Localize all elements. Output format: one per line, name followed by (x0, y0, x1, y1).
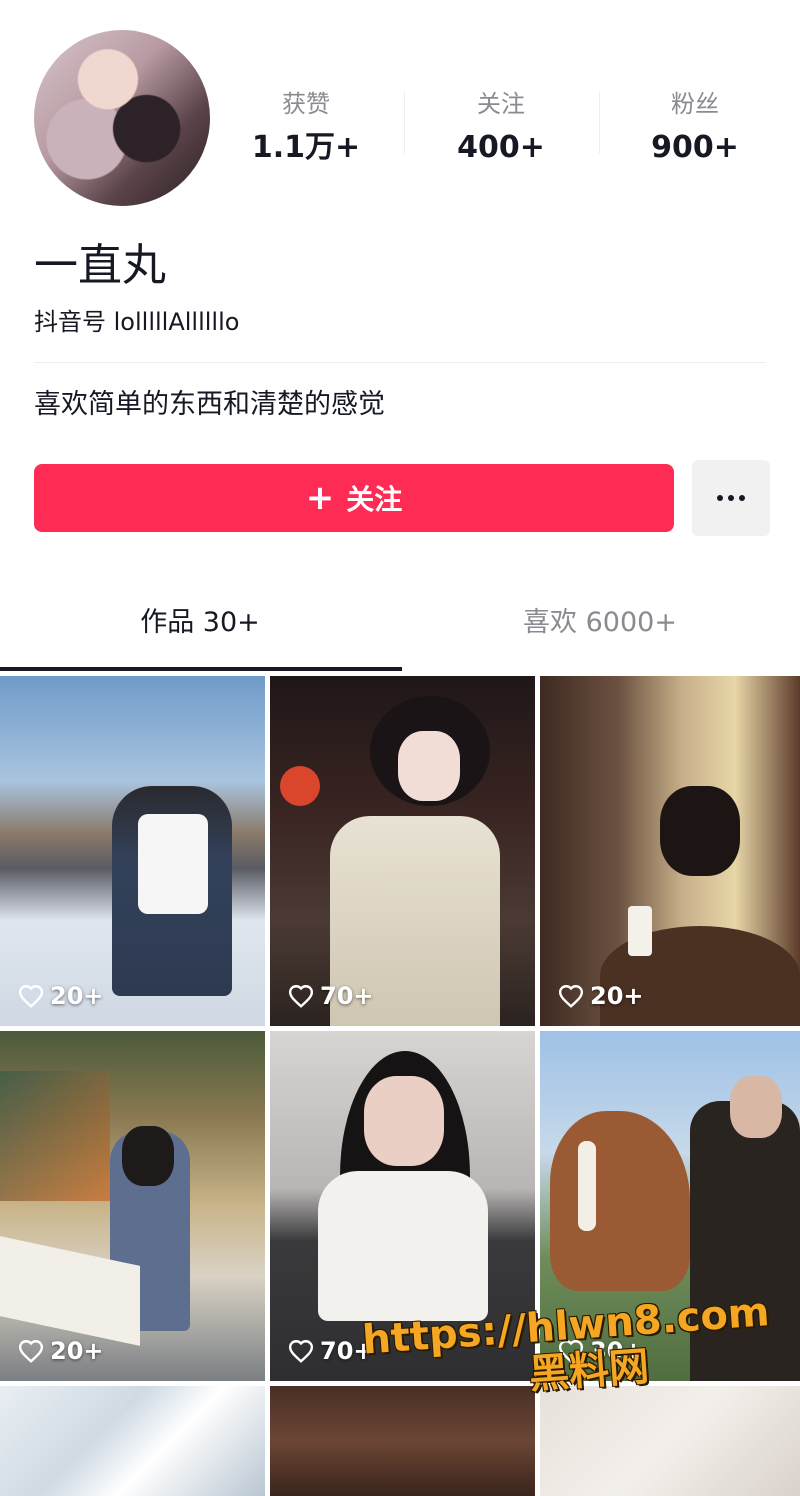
video-thumbnail[interactable]: 20+ (540, 676, 800, 1026)
video-thumbnail[interactable] (540, 1386, 800, 1496)
profile-name: 一直丸 (34, 240, 166, 291)
like-count: 20+ (18, 982, 104, 1010)
profile-bio: 喜欢简单的东西和清楚的感觉 (34, 389, 385, 420)
heart-icon (288, 1340, 314, 1363)
tab-likes[interactable]: 喜欢 6000+ (400, 604, 800, 642)
like-value: 70+ (320, 982, 374, 1010)
heart-icon (558, 985, 584, 1008)
stat-following[interactable]: 关注 400+ (431, 88, 571, 170)
like-count: 20+ (558, 982, 644, 1010)
plus-icon: + (305, 478, 335, 518)
like-value: 20+ (590, 982, 644, 1010)
like-value: 20+ (50, 1337, 104, 1365)
account-id: 抖音号 lolllllAllllllo (34, 308, 240, 336)
more-dots-icon (717, 495, 723, 501)
stat-value: 1.1万+ (251, 130, 361, 165)
more-options-button[interactable] (692, 460, 770, 536)
video-thumbnail[interactable] (0, 1386, 265, 1496)
header-divider (34, 362, 766, 363)
follow-button[interactable]: + 关注 (34, 464, 674, 532)
stat-label: 粉丝 (671, 90, 719, 118)
like-count: 70+ (288, 982, 374, 1010)
heart-icon (18, 1340, 44, 1363)
heart-icon (288, 985, 314, 1008)
more-dots-icon (728, 495, 734, 501)
video-thumbnail[interactable]: 70+ (270, 676, 535, 1026)
stat-divider (599, 92, 600, 154)
like-count: 20+ (18, 1337, 104, 1365)
follow-label: 关注 (346, 483, 403, 516)
stat-label: 关注 (477, 90, 525, 118)
stat-likes[interactable]: 获赞 1.1万+ (236, 88, 376, 170)
stat-value: 900+ (651, 130, 739, 165)
active-tab-indicator (0, 667, 402, 671)
tab-works[interactable]: 作品 30+ (0, 604, 400, 642)
stat-value: 400+ (457, 130, 545, 165)
heart-icon (18, 985, 44, 1008)
stat-followers[interactable]: 粉丝 900+ (625, 88, 765, 170)
video-thumbnail[interactable]: 20+ (0, 1031, 265, 1381)
more-dots-icon (739, 495, 745, 501)
profile-header: 获赞 1.1万+ 关注 400+ 粉丝 900+ 一直丸 抖音号 lolllll… (0, 0, 800, 671)
like-value: 20+ (50, 982, 104, 1010)
stat-label: 获赞 (282, 90, 330, 118)
avatar[interactable] (34, 30, 210, 206)
video-thumbnail[interactable]: 20+ (0, 676, 265, 1026)
stat-divider (404, 92, 405, 154)
